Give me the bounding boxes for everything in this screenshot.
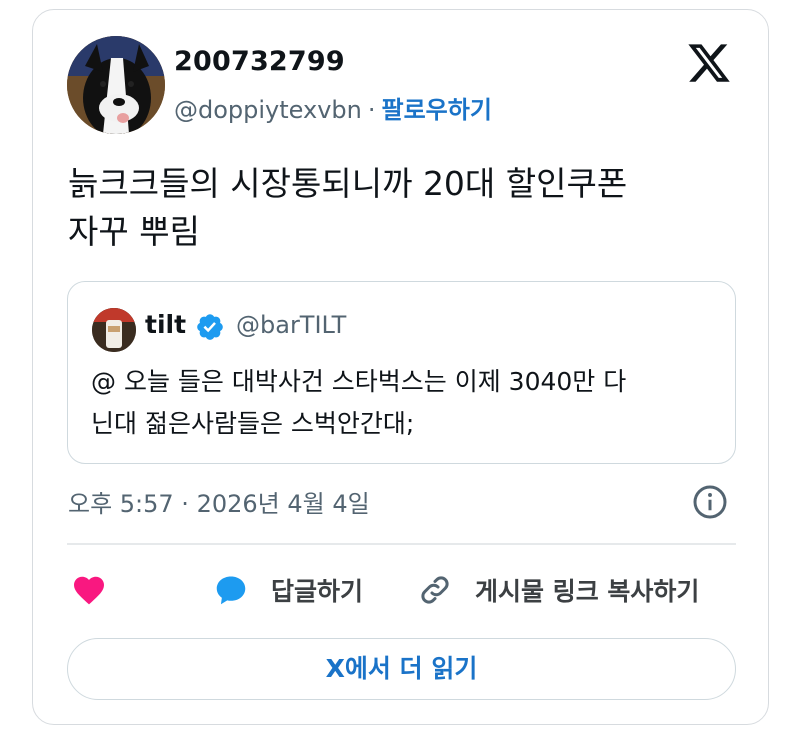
read-more-button[interactable]: X에서 더 읽기 <box>67 638 736 700</box>
tweet-timestamp[interactable]: 오후 5:57 · 2026년 4월 4일 <box>68 484 370 519</box>
like-button[interactable] <box>71 565 107 615</box>
follow-link[interactable]: 팔로우하기 <box>382 96 492 124</box>
tilt-avatar-image <box>92 308 136 352</box>
quoted-tweet[interactable]: tilt @barTILT @ 오늘 들은 대박사건 스타벅스는 이제 3040… <box>67 281 736 464</box>
author-handle[interactable]: @doppiytexvbn <box>174 96 362 124</box>
link-icon <box>421 576 449 604</box>
reply-icon <box>216 576 246 605</box>
author-handle-row: @doppiytexvbn · 팔로우하기 <box>174 90 492 125</box>
tweet-text: 늙크크들의 시장통되니까 20대 할인쿠폰 자꾸 뿌림 <box>68 164 628 251</box>
reply-button[interactable]: 답글하기 <box>213 565 363 615</box>
verified-badge-icon <box>197 314 223 340</box>
copy-link-label: 게시물 링크 복사하기 <box>475 577 700 606</box>
tweet-card: 200732799 @doppiytexvbn · 팔로우하기 늙크크들의 시장통되… <box>32 9 769 725</box>
author-display-name[interactable]: 200732799 <box>174 46 345 77</box>
divider <box>67 543 736 545</box>
author-avatar[interactable] <box>67 36 165 134</box>
heart-icon <box>74 576 104 605</box>
action-bar: 답글하기 게시물 링크 복사하기 <box>67 565 736 615</box>
reply-label: 답글하기 <box>271 577 364 606</box>
dog-avatar-image <box>67 36 165 134</box>
quote-avatar[interactable] <box>92 308 136 352</box>
copy-link-button[interactable]: 게시물 링크 복사하기 <box>417 565 699 615</box>
x-logo-icon[interactable] <box>686 40 732 86</box>
separator-dot: · <box>367 96 376 124</box>
quote-text: @ 오늘 들은 대박사건 스타벅스는 이제 3040만 다 닌대 젊은사람들은 … <box>91 367 627 438</box>
info-icon[interactable] <box>692 484 728 520</box>
quote-author-handle[interactable]: @barTILT <box>236 311 346 339</box>
quote-author-name[interactable]: tilt <box>145 310 186 339</box>
